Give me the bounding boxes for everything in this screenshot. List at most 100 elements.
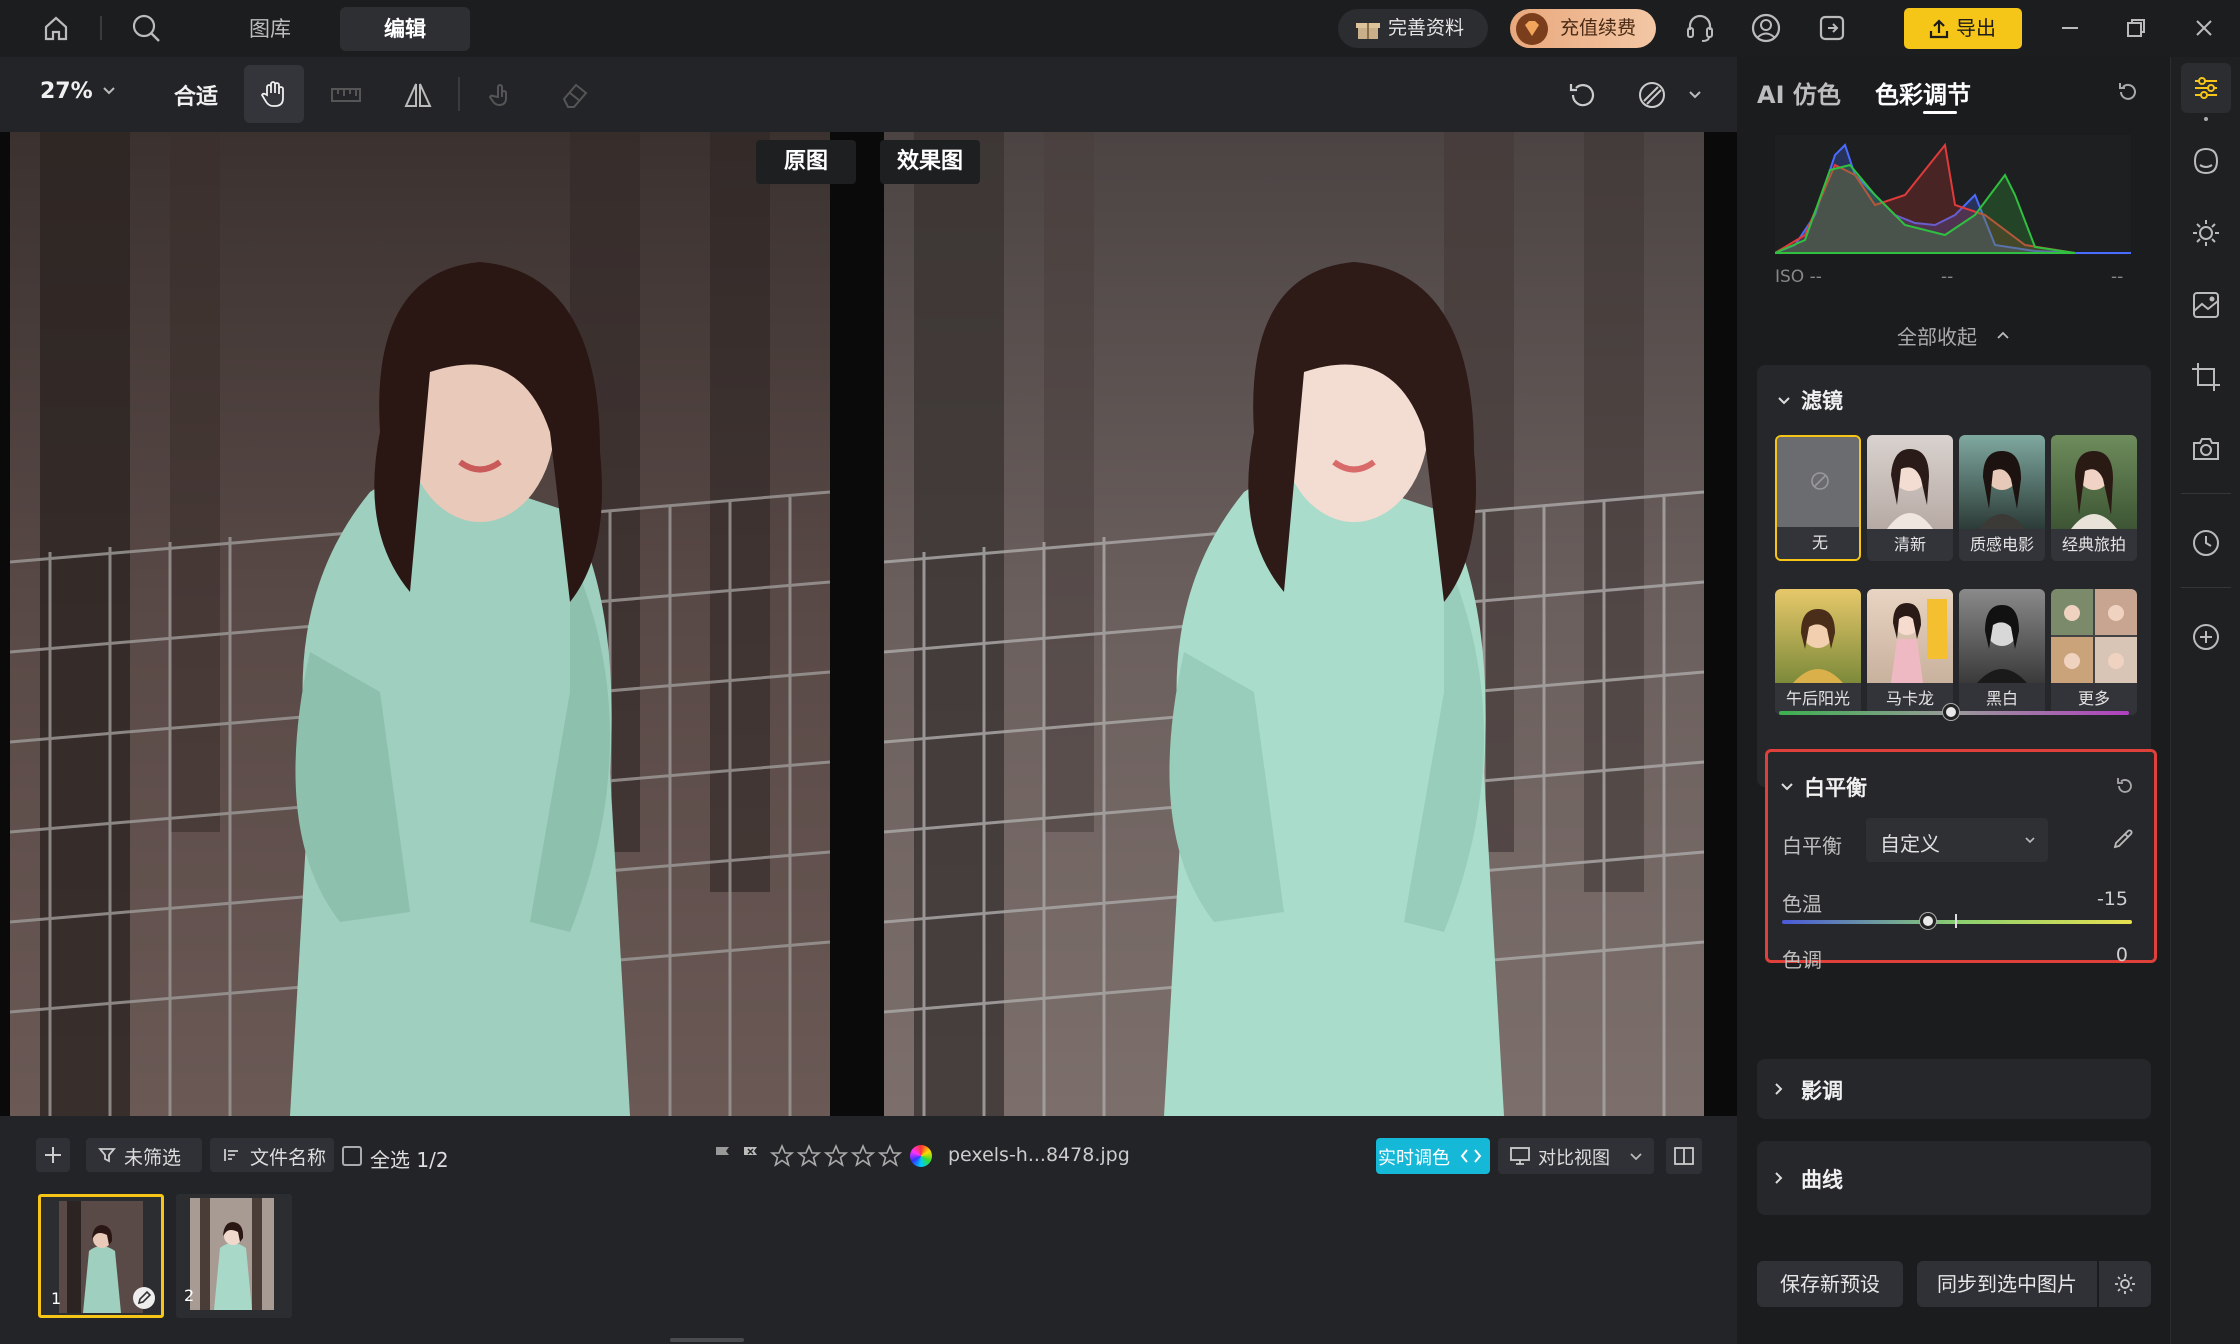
user-icon[interactable] xyxy=(1748,10,1784,46)
filter-more[interactable]: 更多 xyxy=(2051,589,2137,715)
compare-view-label: 对比视图 xyxy=(1538,1148,1610,1169)
tint-label: 色调 xyxy=(1782,948,1822,972)
filter-film[interactable]: 质感电影 xyxy=(1959,435,2045,561)
temperature-label: 色温 xyxy=(1782,892,1822,916)
filter-bw[interactable]: 黑白 xyxy=(1959,589,2045,715)
white-balance-title[interactable]: 白平衡 xyxy=(1804,772,1867,802)
crop-icon[interactable] xyxy=(2190,361,2222,393)
eraser-icon[interactable] xyxy=(558,79,590,111)
code-icon xyxy=(1458,1143,1484,1169)
photo-canvas: 原图 效果图 xyxy=(0,132,1737,1116)
temperature-default-tick xyxy=(1955,914,1957,928)
wb-mode-select[interactable]: 自定义 xyxy=(1866,818,2048,862)
tone-section[interactable]: 影调 xyxy=(1757,1059,2151,1119)
color-label-icon[interactable] xyxy=(910,1145,932,1167)
light-icon[interactable] xyxy=(2190,217,2222,249)
collapse-all-label: 全部收起 xyxy=(1897,325,1977,349)
image-edit-icon[interactable] xyxy=(2190,289,2222,321)
temperature-slider[interactable] xyxy=(1782,920,2132,924)
camera-icon[interactable] xyxy=(2190,433,2222,465)
filter-none[interactable]: 无 xyxy=(1775,435,1861,561)
collapse-all-button[interactable]: 全部收起 xyxy=(1897,321,2009,350)
compare-view-dropdown[interactable]: 对比视图 xyxy=(1498,1138,1654,1174)
tab-edit[interactable]: 编辑 xyxy=(340,7,470,51)
filter-section-title[interactable]: 滤镜 xyxy=(1801,385,1843,415)
flag-icon[interactable] xyxy=(712,1144,734,1166)
histogram-mid-readout: -- xyxy=(1941,267,1954,287)
wb-mode-value: 自定义 xyxy=(1880,832,1940,856)
profile-button[interactable]: 完善资料 xyxy=(1338,9,1488,48)
filter-label: 无 xyxy=(1777,527,1859,559)
face-retouch-icon[interactable] xyxy=(2190,145,2222,177)
save-preset-button[interactable]: 保存新预设 xyxy=(1757,1261,1903,1307)
filter-dropdown[interactable]: 未筛选 xyxy=(86,1138,202,1172)
thumbnail[interactable]: 2 xyxy=(176,1194,292,1318)
temperature-slider-handle[interactable] xyxy=(1919,913,1936,929)
sync-settings-button[interactable] xyxy=(2099,1261,2151,1307)
tab-color-adjust[interactable]: 色彩调节 xyxy=(1875,75,1971,110)
tint-slider-handle[interactable] xyxy=(1943,704,1959,720)
tab-ai-color[interactable]: AI 仿色 xyxy=(1757,75,1841,110)
reject-flag-icon[interactable] xyxy=(740,1144,762,1166)
thumbnail[interactable]: 1 xyxy=(38,1194,164,1318)
original-label: 原图 xyxy=(756,140,856,184)
reset-icon[interactable] xyxy=(2113,774,2137,798)
none-icon xyxy=(1811,472,1829,490)
iso-readout: ISO -- xyxy=(1775,267,1822,287)
chevron-down-icon[interactable] xyxy=(1775,391,1793,409)
top-bar: 图库 编辑 完善资料 充值续费 导出 xyxy=(0,0,2240,57)
select-all-checkbox[interactable] xyxy=(342,1146,362,1166)
history-icon[interactable] xyxy=(2190,527,2222,559)
search-icon[interactable] xyxy=(128,10,164,46)
filter-preview xyxy=(1959,435,2045,529)
scrollbar[interactable] xyxy=(670,1338,744,1342)
eyedropper-icon[interactable] xyxy=(2110,826,2136,852)
sync-to-selected-button[interactable]: 同步到选中图片 xyxy=(1917,1261,2097,1307)
split-view-button[interactable] xyxy=(1666,1138,1702,1174)
sort-label: 文件名称 xyxy=(250,1147,327,1169)
color-adjust-tool[interactable] xyxy=(2181,63,2231,113)
thumbnail-image xyxy=(190,1198,274,1310)
support-icon[interactable] xyxy=(1682,10,1718,46)
wb-mode-label: 白平衡 xyxy=(1782,834,1842,858)
filter-fresh[interactable]: 清新 xyxy=(1867,435,1953,561)
chevron-down-icon[interactable] xyxy=(100,81,118,99)
realtime-toggle[interactable]: 实时调色 xyxy=(1376,1138,1490,1174)
mask-icon[interactable] xyxy=(1636,79,1668,111)
chevron-down-icon[interactable] xyxy=(1778,777,1796,795)
filter-travel[interactable]: 经典旅拍 xyxy=(2051,435,2137,561)
share-icon[interactable] xyxy=(1814,10,1850,46)
touch-icon[interactable] xyxy=(486,79,518,111)
funnel-icon xyxy=(98,1148,116,1163)
rating-stars[interactable] xyxy=(770,1144,910,1168)
recharge-button[interactable]: 充值续费 xyxy=(1510,9,1656,48)
tab-library[interactable]: 图库 xyxy=(220,7,320,51)
export-button[interactable]: 导出 xyxy=(1904,8,2022,49)
filter-preview xyxy=(2051,435,2137,529)
original-photo[interactable] xyxy=(10,132,830,1116)
restore-icon[interactable] xyxy=(2118,10,2154,46)
curves-section[interactable]: 曲线 xyxy=(1757,1141,2151,1215)
rotate-icon[interactable] xyxy=(1566,79,1598,111)
add-button[interactable] xyxy=(36,1138,70,1172)
zoom-level[interactable]: 27% xyxy=(40,79,93,104)
filter-macaron[interactable]: 马卡龙 xyxy=(1867,589,1953,715)
fit-button[interactable]: 合适 xyxy=(174,79,218,111)
edited-badge-icon xyxy=(133,1287,155,1309)
minimize-icon[interactable] xyxy=(2052,10,2088,46)
filter-afternoon-sun[interactable]: 午后阳光 xyxy=(1775,589,1861,715)
chevron-down-icon[interactable] xyxy=(1686,85,1704,103)
filter-preview xyxy=(1867,435,1953,529)
home-icon[interactable] xyxy=(38,10,74,46)
ruler-icon[interactable] xyxy=(330,79,362,111)
edited-photo[interactable] xyxy=(884,132,1704,1116)
flip-icon[interactable] xyxy=(402,79,434,111)
hand-tool-button[interactable] xyxy=(244,65,304,123)
add-tool-icon[interactable] xyxy=(2190,621,2222,653)
gift-icon xyxy=(1356,18,1380,40)
divider xyxy=(2181,493,2231,494)
close-icon[interactable] xyxy=(2186,10,2222,46)
reset-icon[interactable] xyxy=(2115,79,2141,105)
sort-dropdown[interactable]: 文件名称 xyxy=(210,1138,334,1172)
histogram xyxy=(1775,135,2131,255)
